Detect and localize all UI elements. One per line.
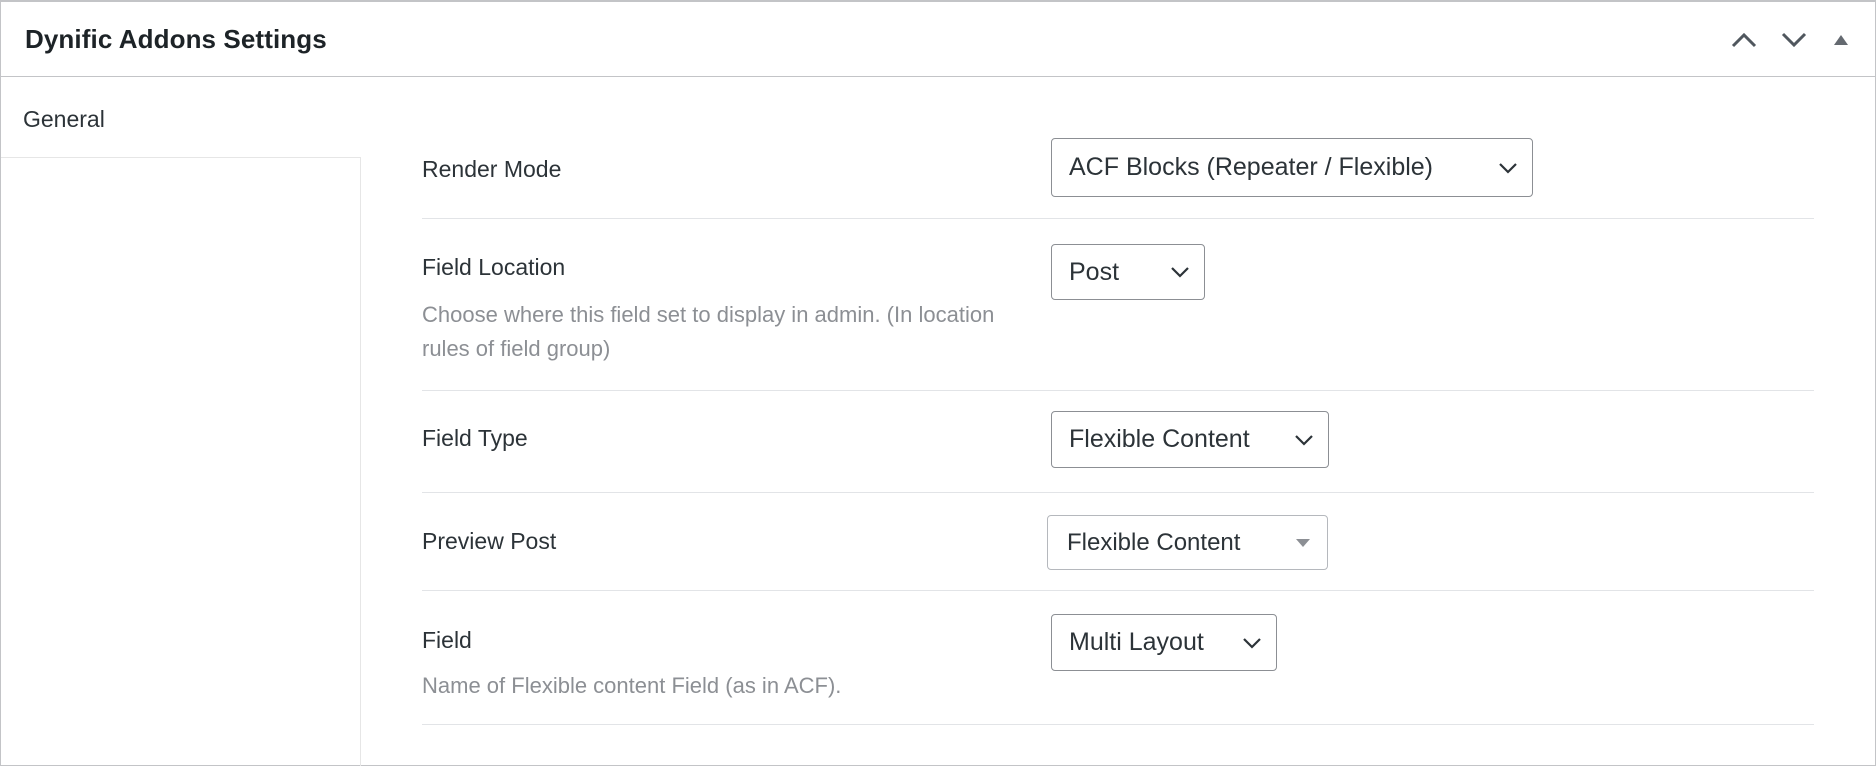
settings-postbox: Dynific Addons Settings General Render M… [0,0,1876,766]
field-description: Name of Flexible content Field (as in AC… [422,673,842,698]
field-location-description: Choose where this field set to display i… [422,302,995,361]
preview-post-value: Flexible Content [1067,528,1241,556]
setting-row-field-type: Field Type Flexible Content [422,391,1814,493]
settings-form: Render Mode ACF Blocks (Repeater / Flexi… [422,77,1814,725]
tab-general[interactable]: General [23,106,105,133]
postbox-header: Dynific Addons Settings [1,2,1875,77]
render-mode-select[interactable]: ACF Blocks (Repeater / Flexible) [1051,138,1533,197]
field-type-label: Field Type [422,425,528,451]
chevron-down-icon [1243,637,1261,649]
render-mode-label: Render Mode [422,156,562,182]
triangle-up-icon [1834,35,1848,45]
preview-post-select[interactable]: Flexible Content [1047,515,1328,570]
render-mode-value: ACF Blocks (Repeater / Flexible) [1069,153,1434,181]
move-down-button[interactable] [1769,20,1819,60]
field-location-select[interactable]: Post [1051,244,1205,300]
field-location-value: Post [1069,257,1120,286]
setting-row-preview-post: Preview Post Flexible Content [422,493,1814,591]
tab-divider [1,157,360,158]
field-type-select[interactable]: Flexible Content [1051,411,1329,468]
preview-post-label: Preview Post [422,528,557,554]
move-up-button[interactable] [1719,20,1769,60]
chevron-down-icon [1781,32,1807,48]
tabs-column: General [1,77,361,766]
handle-actions [1719,20,1863,60]
chevron-down-icon [1499,162,1517,174]
setting-row-render-mode: Render Mode ACF Blocks (Repeater / Flexi… [422,77,1814,219]
postbox-title: Dynific Addons Settings [25,24,327,54]
tab-panel-border [360,157,361,766]
chevron-down-icon [1171,267,1189,278]
chevron-up-icon [1731,32,1757,48]
field-type-value: Flexible Content [1069,425,1250,453]
field-location-label: Field Location [422,254,566,280]
field-value: Multi Layout [1069,628,1204,656]
caret-down-icon [1296,538,1310,547]
toggle-panel-button[interactable] [1819,20,1863,60]
field-label: Field [422,627,472,653]
field-select[interactable]: Multi Layout [1051,614,1277,671]
chevron-down-icon [1295,434,1313,446]
setting-row-field-location: Field Location Choose where this field s… [422,219,1814,391]
setting-row-field: Field Name of Flexible content Field (as… [422,591,1814,725]
